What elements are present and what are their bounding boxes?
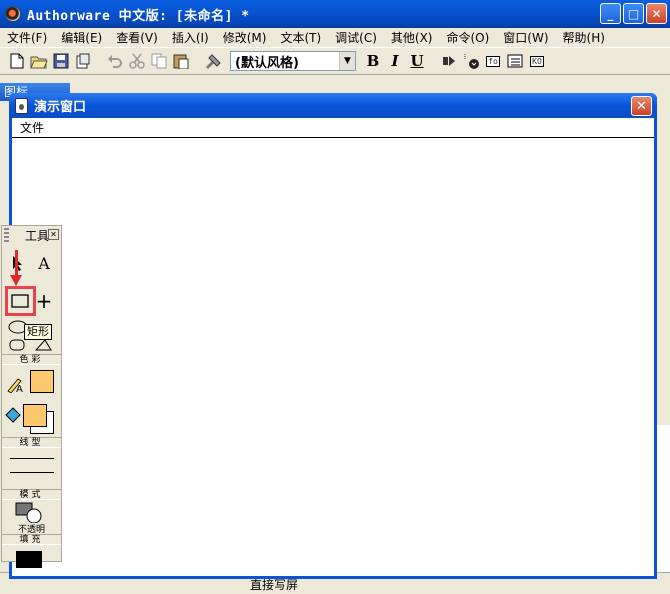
window-controls: _ □ ✕ [600, 3, 667, 24]
knowledge-objects-icon[interactable]: KO [526, 50, 548, 72]
menu-command[interactable]: 命令(O) [439, 29, 496, 46]
menu-debug[interactable]: 调试(C) [328, 29, 384, 46]
presentation-menu-file[interactable]: 文件 [20, 119, 44, 136]
mode-value: 不透明 [17, 525, 45, 535]
open-file-icon[interactable] [28, 50, 50, 72]
window-title: Authorware 中文版: [未命名] * [27, 8, 250, 24]
presentation-window-icon [15, 97, 28, 114]
functions-icon[interactable]: fo [482, 50, 504, 72]
knowledge-objects-label: KO [530, 55, 544, 67]
style-dropdown-value: (默认风格) [235, 55, 299, 71]
import-icon[interactable] [72, 50, 94, 72]
text-tool-icon[interactable]: A [32, 252, 56, 274]
fill-section[interactable] [2, 545, 61, 573]
line-style-section[interactable] [2, 448, 61, 489]
tools-close-button[interactable]: ✕ [48, 229, 59, 240]
foreground-color-swatch[interactable] [23, 404, 47, 427]
paste-icon[interactable] [170, 50, 192, 72]
presentation-close-button[interactable]: ✕ [631, 96, 652, 116]
line-style-thin-2[interactable] [10, 472, 54, 473]
pointer-tool-icon[interactable] [6, 252, 30, 274]
menu-file[interactable]: 文件(F) [0, 29, 54, 46]
menu-bar: 文件(F) 编辑(E) 查看(V) 插入(I) 修改(M) 文本(T) 调试(C… [0, 28, 670, 47]
menu-other[interactable]: 其他(X) [384, 29, 440, 46]
line-color-swatch[interactable] [30, 370, 54, 393]
red-arrow-indicator [10, 250, 22, 286]
copy-icon[interactable] [148, 50, 170, 72]
presentation-canvas[interactable] [12, 138, 654, 576]
functions-icon-label: fo [486, 55, 500, 67]
presentation-window: 演示窗口 ✕ 文件 [9, 93, 657, 579]
menu-help[interactable]: 帮助(H) [556, 29, 612, 46]
chevron-down-icon[interactable]: ▼ [339, 52, 355, 70]
fill-pattern-swatch[interactable] [16, 551, 42, 568]
line-style-section-label: 线型 [2, 437, 61, 448]
menu-window[interactable]: 窗口(W) [496, 29, 555, 46]
line-style-thin[interactable] [10, 458, 54, 459]
opaque-mode-icon[interactable] [2, 501, 61, 523]
menu-view[interactable]: 查看(V) [109, 29, 165, 46]
maximize-button[interactable]: □ [623, 3, 644, 24]
fill-section-label: 填充 [2, 534, 61, 545]
main-title-bar: Authorware 中文版: [未命名] * _ □ ✕ [0, 0, 670, 28]
tools-palette: 工具 ✕ A + 矩形 色彩 A 线型 模式 不透明 填充 [1, 225, 62, 568]
control-panel-icon[interactable] [460, 50, 482, 72]
rectangle-tool-highlight [5, 286, 36, 316]
tools-palette-title: 工具 [25, 228, 50, 243]
undo-icon[interactable] [104, 50, 126, 72]
style-dropdown[interactable]: (默认风格) ▼ [230, 51, 356, 71]
pencil-icon[interactable]: A [4, 373, 28, 395]
menu-modify[interactable]: 修改(M) [216, 29, 274, 46]
close-button[interactable]: ✕ [646, 3, 667, 24]
cut-icon[interactable] [126, 50, 148, 72]
minimize-button[interactable]: _ [600, 3, 621, 24]
grip-handle-icon[interactable] [4, 228, 9, 242]
tools-palette-header[interactable]: 工具 ✕ [2, 226, 61, 244]
toolbar: (默认风格) ▼ B I U fo KO [0, 47, 670, 75]
rectangle-tooltip: 矩形 [24, 324, 52, 340]
presentation-menu-bar: 文件 [12, 118, 654, 138]
menu-edit[interactable]: 编辑(E) [54, 29, 109, 46]
presentation-title-bar: 演示窗口 ✕ [9, 93, 657, 118]
new-file-icon[interactable] [6, 50, 28, 72]
mode-section[interactable]: 不透明 [2, 500, 61, 535]
italic-button[interactable]: I [384, 50, 406, 72]
tool-grid: A + 矩形 [2, 244, 61, 351]
svg-text:A: A [16, 384, 23, 393]
menu-insert[interactable]: 插入(I) [165, 29, 216, 46]
presentation-title: 演示窗口 [34, 100, 87, 115]
find-icon[interactable] [202, 50, 224, 72]
variables-icon[interactable] [504, 50, 526, 72]
authorware-app-icon[interactable] [5, 6, 21, 22]
background-scrollbar[interactable] [656, 425, 670, 594]
underline-button[interactable]: U [406, 50, 428, 72]
save-icon[interactable] [50, 50, 72, 72]
bold-button[interactable]: B [362, 50, 384, 72]
mode-section-label: 模式 [2, 489, 61, 500]
run-icon[interactable] [438, 50, 460, 72]
menu-text[interactable]: 文本(T) [273, 29, 328, 46]
color-section: A [2, 365, 61, 437]
